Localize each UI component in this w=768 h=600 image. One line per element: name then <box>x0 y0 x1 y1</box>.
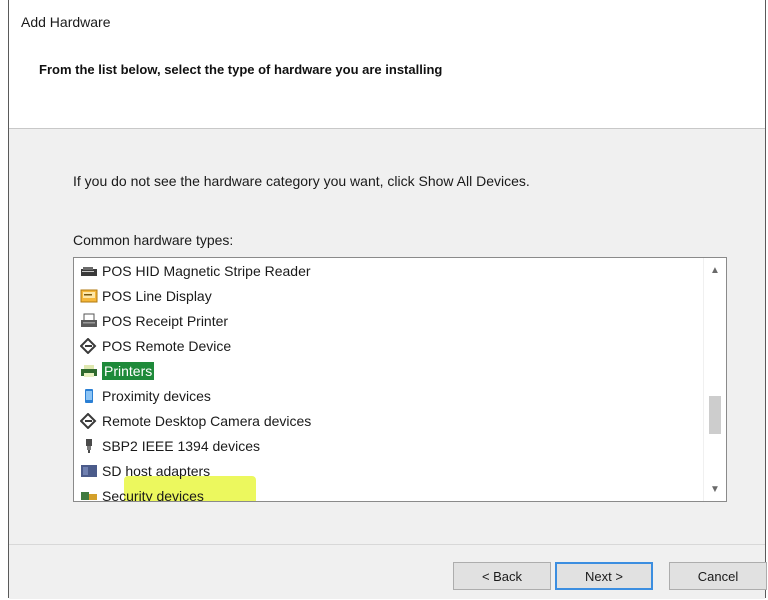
list-items: POS HID Magnetic Stripe Reader POS Line … <box>74 258 690 501</box>
line-display-icon <box>80 289 98 303</box>
add-hardware-dialog: Add Hardware From the list below, select… <box>8 0 767 599</box>
list-item-label: POS Remote Device <box>102 338 232 354</box>
receipt-printer-icon <box>81 313 97 327</box>
list-label: Common hardware types: <box>73 232 234 248</box>
list-item[interactable]: Proximity devices <box>80 385 211 407</box>
list-item[interactable]: Security devices <box>80 485 204 501</box>
list-item-label: POS HID Magnetic Stripe Reader <box>102 263 311 279</box>
sd-adapter-icon <box>81 465 97 477</box>
list-item-label: Proximity devices <box>102 388 211 404</box>
list-item-label: Remote Desktop Camera devices <box>102 413 312 429</box>
list-item[interactable]: POS Line Display <box>80 285 212 307</box>
instruction-text: If you do not see the hardware category … <box>73 173 530 189</box>
list-item[interactable]: SD host adapters <box>80 460 210 482</box>
next-button[interactable]: Next > <box>555 562 653 590</box>
list-item-label: SD host adapters <box>102 463 211 479</box>
list-item-label: SBP2 IEEE 1394 devices <box>102 438 260 454</box>
wizard-header: From the list below, select the type of … <box>9 40 765 129</box>
list-item[interactable]: SBP2 IEEE 1394 devices <box>80 435 260 457</box>
list-item[interactable]: POS Remote Device <box>80 335 231 357</box>
wizard-footer: < Back Next > Cancel <box>9 544 767 599</box>
back-button[interactable]: < Back <box>453 562 551 590</box>
security-device-icon <box>81 492 97 500</box>
wizard-body: If you do not see the hardware category … <box>9 129 765 544</box>
list-item-label: Security devices <box>102 488 204 501</box>
ieee1394-icon <box>86 439 92 453</box>
printer-icon <box>81 365 97 377</box>
list-item[interactable]: POS HID Magnetic Stripe Reader <box>80 260 311 282</box>
list-item-printers[interactable]: Printers <box>80 360 155 382</box>
list-item-label: Printers <box>102 362 155 380</box>
list-item[interactable]: POS Receipt Printer <box>80 310 228 332</box>
list-item-label: POS Receipt Printer <box>102 313 229 329</box>
proximity-device-icon <box>85 389 93 403</box>
magnetic-stripe-reader-icon <box>81 267 97 276</box>
window-title: Add Hardware <box>21 14 111 30</box>
list-item[interactable]: Remote Desktop Camera devices <box>80 410 311 432</box>
scroll-down-icon[interactable]: ▼ <box>704 479 726 499</box>
header-instruction: From the list below, select the type of … <box>39 62 443 77</box>
remote-device-icon <box>80 338 97 354</box>
list-item-label: POS Line Display <box>102 288 212 304</box>
list-scrollbar[interactable]: ▲ ▼ <box>703 258 726 501</box>
scroll-thumb[interactable] <box>709 396 721 434</box>
remote-camera-icon <box>80 413 97 429</box>
scroll-up-icon[interactable]: ▲ <box>704 260 726 280</box>
cancel-button[interactable]: Cancel <box>669 562 767 590</box>
title-bar: Add Hardware <box>9 0 765 40</box>
hardware-types-listbox[interactable]: POS HID Magnetic Stripe Reader POS Line … <box>73 257 727 502</box>
